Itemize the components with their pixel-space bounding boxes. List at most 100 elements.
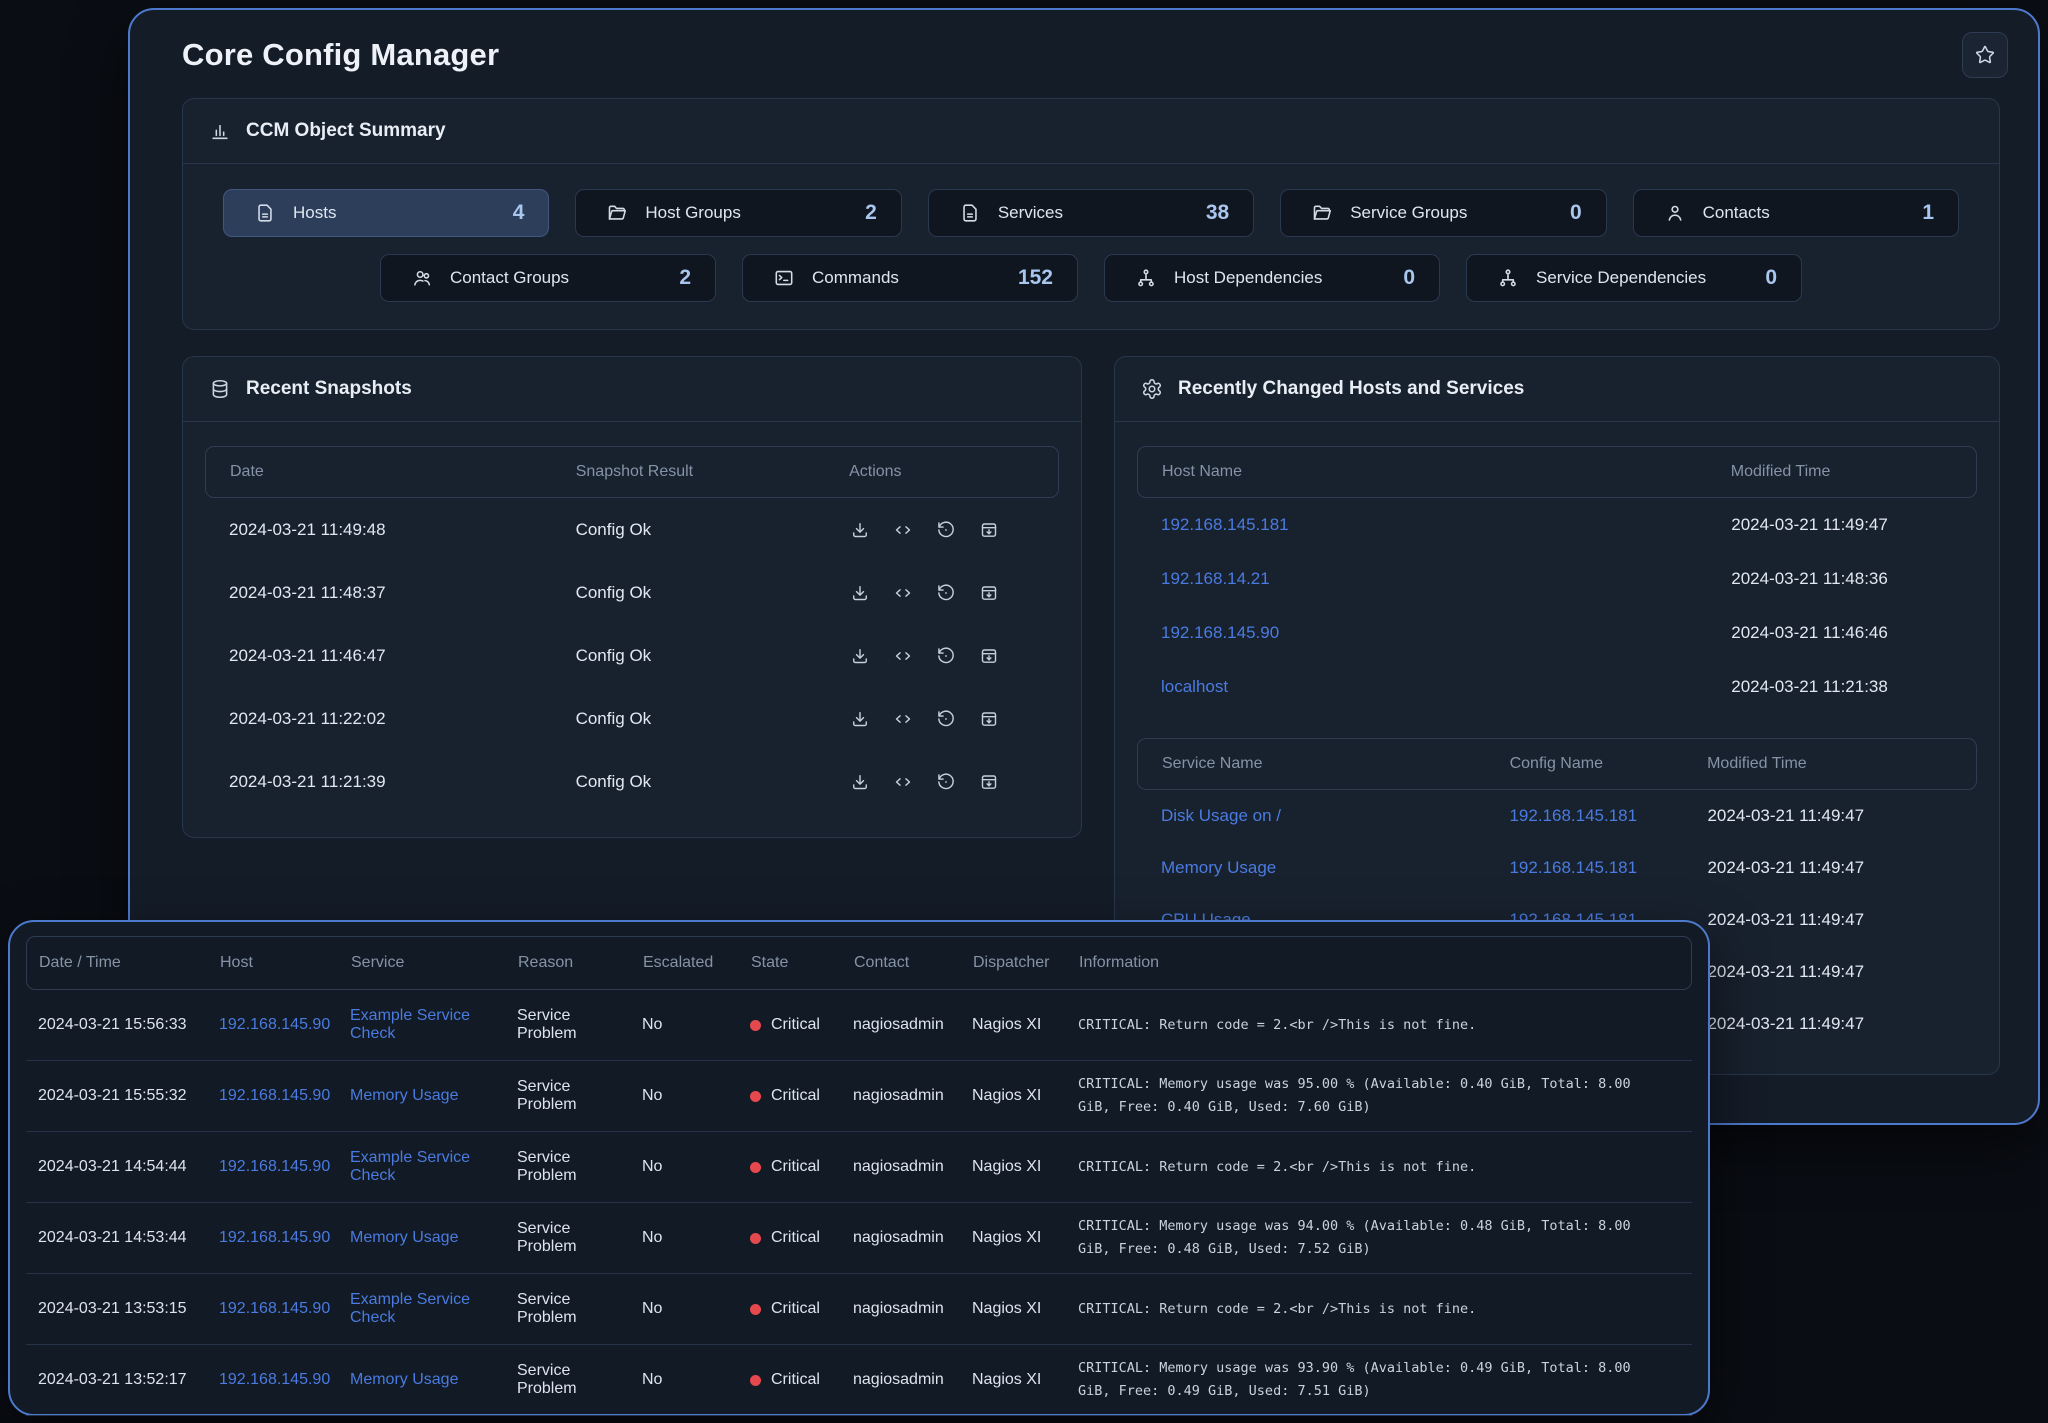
event-state: Critical — [750, 1300, 853, 1318]
restore-icon[interactable] — [936, 772, 956, 792]
code-icon[interactable] — [893, 709, 913, 729]
event-datetime: 2024-03-21 13:52:17 — [38, 1371, 219, 1389]
event-service-link[interactable]: Memory Usage — [350, 1087, 517, 1105]
person-icon — [1664, 202, 1686, 224]
event-host-link[interactable]: 192.168.145.90 — [219, 1229, 350, 1247]
summary-button-count: 0 — [1765, 266, 1777, 290]
code-icon[interactable] — [893, 583, 913, 603]
host-link[interactable]: 192.168.145.181 — [1161, 515, 1731, 535]
download-icon[interactable] — [850, 646, 870, 666]
event-service-link[interactable]: Example Service Check — [350, 1007, 517, 1043]
summary-button-host-dependencies[interactable]: Host Dependencies 0 — [1104, 254, 1440, 302]
snapshot-actions — [850, 646, 1035, 666]
config-link[interactable]: 192.168.145.181 — [1509, 806, 1707, 826]
host-link[interactable]: 192.168.145.90 — [1161, 623, 1731, 643]
file-icon — [254, 202, 276, 224]
summary-row-2: Contact Groups 2 Commands 152 Host Depen… — [223, 254, 1959, 302]
event-escalated: No — [642, 1087, 750, 1105]
event-contact: nagiosadmin — [853, 1371, 972, 1389]
event-datetime: 2024-03-21 15:55:32 — [38, 1087, 219, 1105]
critical-dot-icon — [750, 1304, 761, 1315]
download-icon[interactable] — [850, 520, 870, 540]
archive-icon[interactable] — [979, 709, 999, 729]
archive-icon[interactable] — [979, 772, 999, 792]
download-icon[interactable] — [850, 709, 870, 729]
restore-icon[interactable] — [936, 646, 956, 666]
event-escalated: No — [642, 1229, 750, 1247]
summary-button-count: 2 — [865, 201, 877, 225]
summary-button-count: 2 — [679, 266, 691, 290]
event-row: 2024-03-21 15:55:32 192.168.145.90 Memor… — [26, 1061, 1692, 1132]
event-state: Critical — [750, 1229, 853, 1247]
summary-button-label: Service Dependencies — [1536, 268, 1706, 288]
col-header-result: Snapshot Result — [576, 463, 849, 481]
event-dispatcher: Nagios XI — [972, 1087, 1078, 1105]
event-information: CRITICAL: Memory usage was 95.00 % (Avai… — [1078, 1073, 1680, 1119]
event-service-link[interactable]: Example Service Check — [350, 1291, 517, 1327]
summary-button-hosts[interactable]: Hosts 4 — [223, 189, 549, 237]
host-link[interactable]: 192.168.14.21 — [1161, 569, 1731, 589]
summary-button-service-groups[interactable]: Service Groups 0 — [1280, 189, 1606, 237]
network-icon — [1497, 267, 1519, 289]
summary-button-service-dependencies[interactable]: Service Dependencies 0 — [1466, 254, 1802, 302]
event-state-label: Critical — [771, 1300, 820, 1318]
critical-dot-icon — [750, 1020, 761, 1031]
code-icon[interactable] — [893, 646, 913, 666]
download-icon[interactable] — [850, 772, 870, 792]
download-icon[interactable] — [850, 583, 870, 603]
snapshot-date: 2024-03-21 11:21:39 — [229, 772, 576, 792]
col-header-modified-time: Modified Time — [1707, 755, 1952, 773]
host-link[interactable]: localhost — [1161, 677, 1731, 697]
archive-icon[interactable] — [979, 520, 999, 540]
snapshot-date: 2024-03-21 11:22:02 — [229, 709, 576, 729]
archive-icon[interactable] — [979, 583, 999, 603]
archive-icon[interactable] — [979, 646, 999, 666]
event-service-link[interactable]: Memory Usage — [350, 1229, 517, 1247]
service-link[interactable]: Disk Usage on / — [1161, 806, 1509, 826]
event-service-link[interactable]: Example Service Check — [350, 1149, 517, 1185]
event-host-link[interactable]: 192.168.145.90 — [219, 1016, 350, 1034]
event-host-link[interactable]: 192.168.145.90 — [219, 1158, 350, 1176]
changed-panel-header: Recently Changed Hosts and Services — [1115, 357, 1999, 422]
col-header-information: Information — [1079, 954, 1679, 972]
config-link[interactable]: 192.168.145.181 — [1509, 858, 1707, 878]
event-row: 2024-03-21 15:56:33 192.168.145.90 Examp… — [26, 990, 1692, 1061]
code-icon[interactable] — [893, 772, 913, 792]
summary-button-count: 0 — [1403, 266, 1415, 290]
summary-button-count: 4 — [513, 201, 525, 225]
event-log-window: Date / Time Host Service Reason Escalate… — [8, 920, 1710, 1416]
event-row: 2024-03-21 14:53:44 192.168.145.90 Memor… — [26, 1203, 1692, 1274]
summary-button-host-groups[interactable]: Host Groups 2 — [575, 189, 901, 237]
code-icon[interactable] — [893, 520, 913, 540]
event-dispatcher: Nagios XI — [972, 1016, 1078, 1034]
summary-button-count: 1 — [1922, 201, 1934, 225]
summary-title: CCM Object Summary — [246, 120, 446, 142]
event-host-link[interactable]: 192.168.145.90 — [219, 1371, 350, 1389]
event-service-link[interactable]: Memory Usage — [350, 1371, 517, 1389]
service-modified-time: 2024-03-21 11:49:47 — [1707, 806, 1953, 826]
event-escalated: No — [642, 1016, 750, 1034]
event-state-label: Critical — [771, 1087, 820, 1105]
changed-host-row: 192.168.145.181 2024-03-21 11:49:47 — [1137, 498, 1977, 552]
service-link[interactable]: Memory Usage — [1161, 858, 1509, 878]
restore-icon[interactable] — [936, 583, 956, 603]
changed-host-row: 192.168.145.90 2024-03-21 11:46:46 — [1137, 606, 1977, 660]
col-header-modified-time: Modified Time — [1731, 463, 1952, 481]
restore-icon[interactable] — [936, 709, 956, 729]
summary-button-commands[interactable]: Commands 152 — [742, 254, 1078, 302]
ccm-object-summary-panel: CCM Object Summary Hosts 4 Host Groups 2… — [182, 98, 2000, 330]
summary-button-contact-groups[interactable]: Contact Groups 2 — [380, 254, 716, 302]
event-host-link[interactable]: 192.168.145.90 — [219, 1300, 350, 1318]
summary-button-contacts[interactable]: Contacts 1 — [1633, 189, 1959, 237]
summary-button-services[interactable]: Services 38 — [928, 189, 1254, 237]
restore-icon[interactable] — [936, 520, 956, 540]
folder-icon — [1311, 202, 1333, 224]
event-state-label: Critical — [771, 1016, 820, 1034]
event-row: 2024-03-21 14:54:44 192.168.145.90 Examp… — [26, 1132, 1692, 1203]
file-icon — [959, 202, 981, 224]
event-row: 2024-03-21 13:52:17 192.168.145.90 Memor… — [26, 1345, 1692, 1416]
favorite-button[interactable] — [1962, 32, 2008, 78]
event-contact: nagiosadmin — [853, 1300, 972, 1318]
event-host-link[interactable]: 192.168.145.90 — [219, 1087, 350, 1105]
snapshots-title: Recent Snapshots — [246, 378, 412, 400]
